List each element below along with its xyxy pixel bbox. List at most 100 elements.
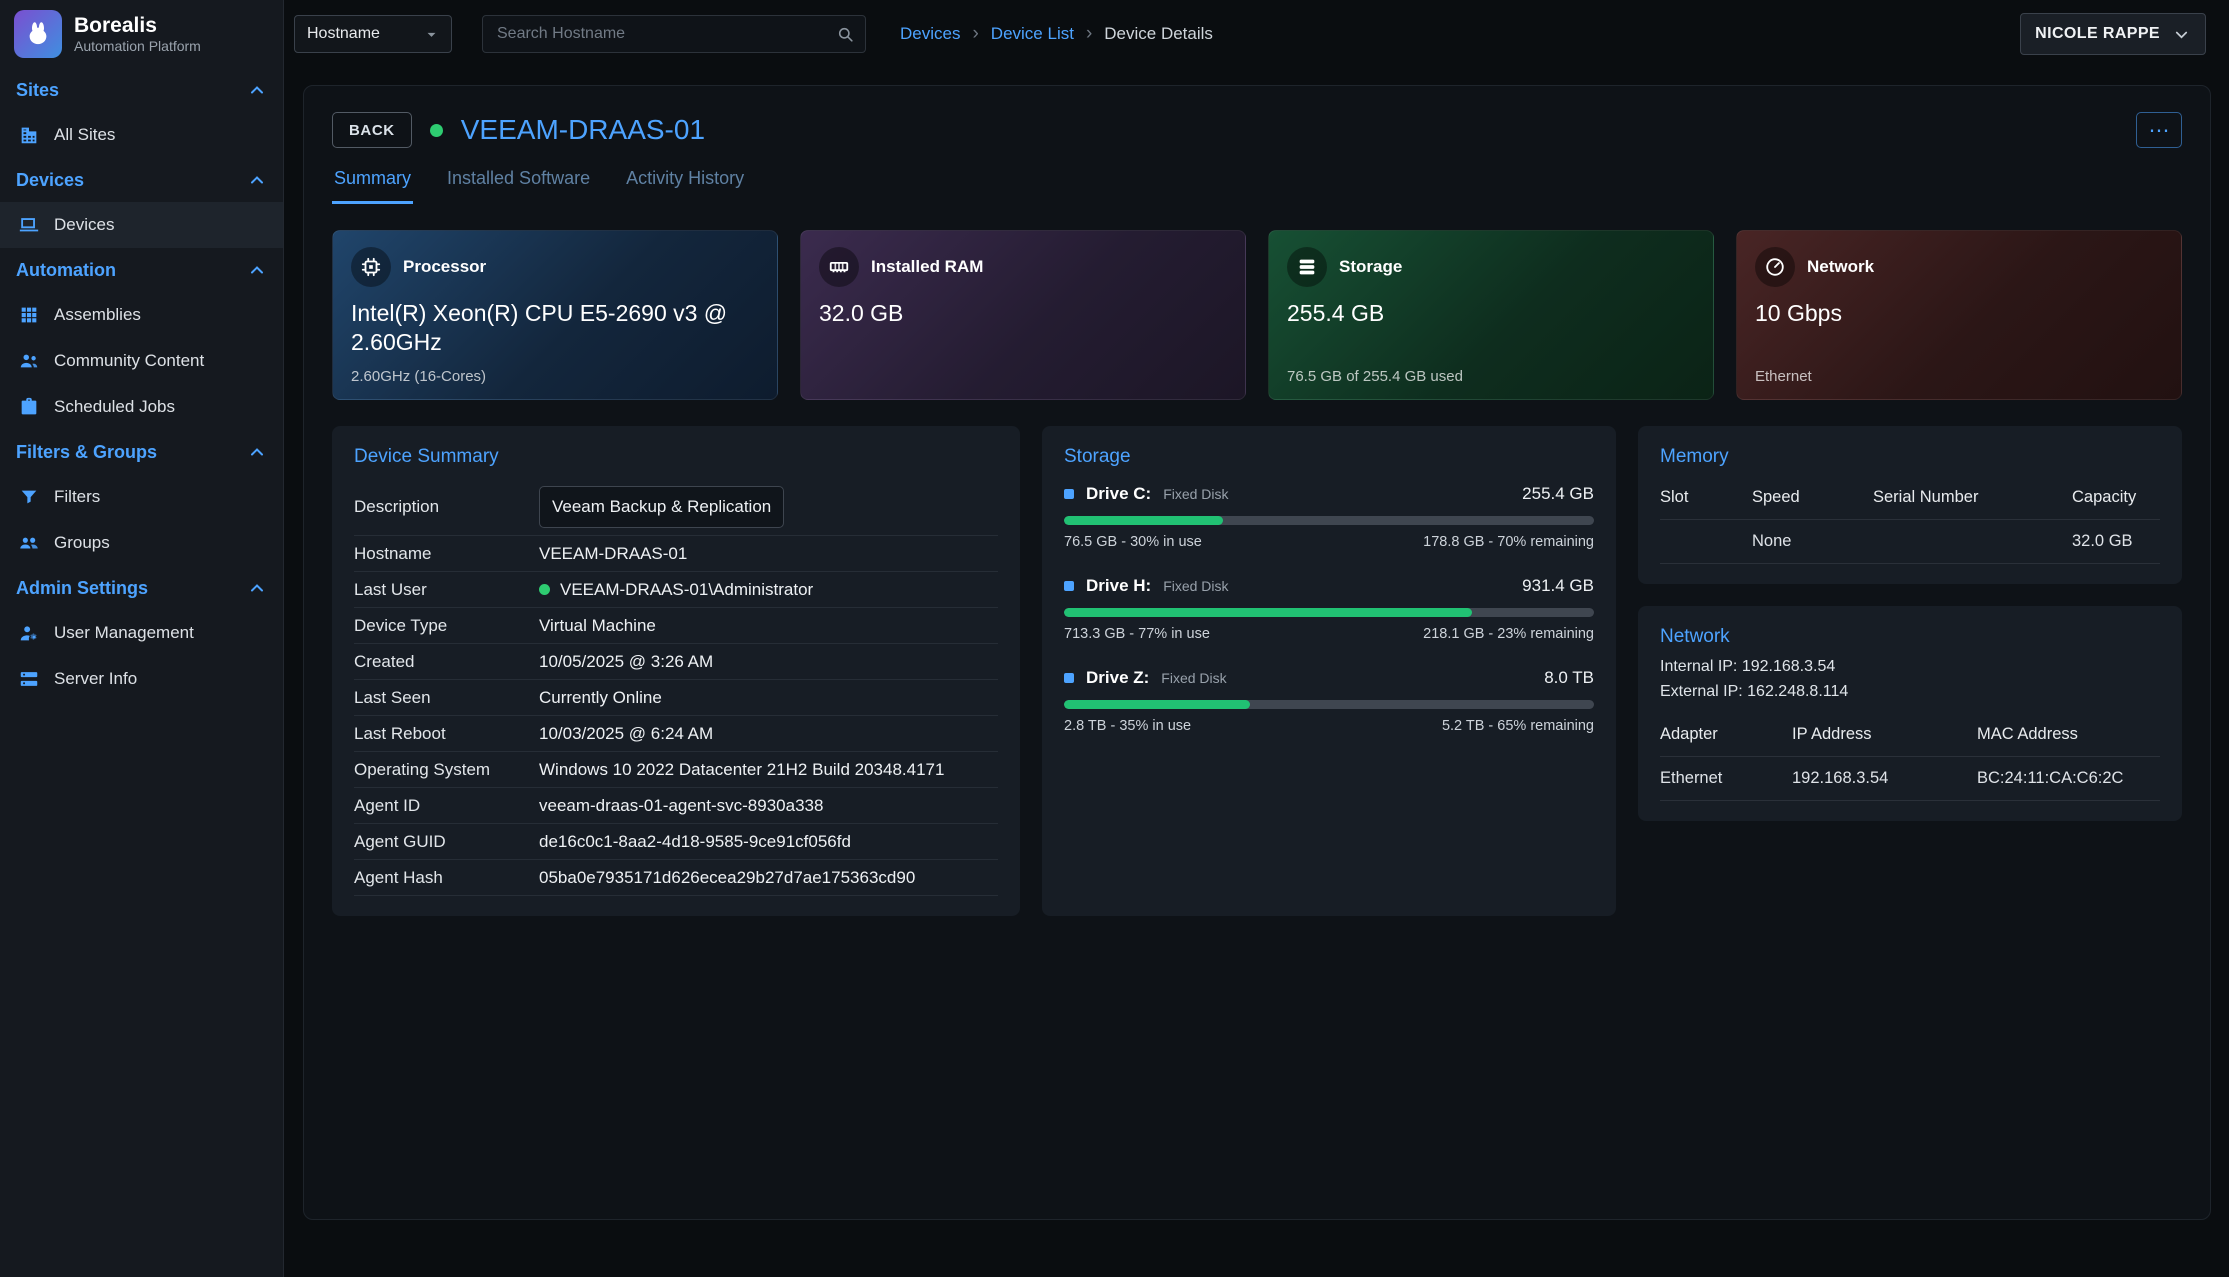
sidebar-item-assemblies[interactable]: Assemblies <box>0 292 283 338</box>
back-button[interactable]: BACK <box>332 112 412 148</box>
network-card: Network 10 Gbps Ethernet <box>1736 230 2182 400</box>
sidebar-section-filters-groups[interactable]: Filters & Groups <box>0 430 283 474</box>
breadcrumb-devices[interactable]: Devices <box>900 24 960 44</box>
table-row: Operating System Windows 10 2022 Datacen… <box>354 752 998 788</box>
panel-title: Memory <box>1660 446 2160 468</box>
row-value: VEEAM-DRAAS-01 <box>539 544 687 564</box>
online-status-dot <box>430 124 443 137</box>
tab-activity-history[interactable]: Activity History <box>624 168 746 204</box>
row-label: Agent ID <box>354 796 539 816</box>
more-options-button[interactable]: ⋯ <box>2136 112 2182 148</box>
sidebar-item-filters[interactable]: Filters <box>0 474 283 520</box>
table-cell: BC:24:11:CA:C6:2C <box>1977 757 2160 800</box>
stat-sub: 76.5 GB of 255.4 GB used <box>1287 368 1463 385</box>
user-name: NICOLE RAPPE <box>2035 25 2160 43</box>
sidebar-item-groups[interactable]: Groups <box>0 520 283 566</box>
sidebar-section-sites[interactable]: Sites <box>0 68 283 112</box>
building-icon <box>18 124 40 146</box>
table-cell: 32.0 GB <box>2072 520 2160 563</box>
search-input[interactable] <box>495 24 836 44</box>
breadcrumb-device-list[interactable]: Device List <box>991 24 1074 44</box>
tab-summary[interactable]: Summary <box>332 168 413 204</box>
drive-bullet-icon <box>1064 489 1074 499</box>
table-row: Last User VEEAM-DRAAS-01\Administrator <box>354 572 998 608</box>
table-row: Hostname VEEAM-DRAAS-01 <box>354 536 998 572</box>
user-menu-button[interactable]: NICOLE RAPPE <box>2020 13 2206 55</box>
panel-title: Device Summary <box>354 446 998 468</box>
sidebar-item-user-management[interactable]: User Management <box>0 610 283 656</box>
stat-value: 255.4 GB <box>1287 299 1679 328</box>
search-icon <box>836 25 855 44</box>
row-label: Last Seen <box>354 688 539 708</box>
drive-z: Drive Z: Fixed Disk 8.0 TB 2.8 TB - 35% … <box>1064 668 1594 734</box>
drive-type: Fixed Disk <box>1163 578 1228 594</box>
row-label: Last User <box>354 580 539 600</box>
external-ip: External IP: 162.248.8.114 <box>1660 683 2160 701</box>
borealis-logo[interactable] <box>14 10 62 58</box>
online-status-dot <box>539 584 550 595</box>
brand-subtitle: Automation Platform <box>74 38 201 54</box>
stat-sub: Ethernet <box>1755 368 1812 385</box>
storage-panel: Storage Drive C: Fixed Disk 255.4 GB 76.… <box>1042 426 1616 916</box>
drive-type: Fixed Disk <box>1163 486 1228 502</box>
gauge-icon <box>1755 247 1795 287</box>
brand-name: Borealis <box>74 14 201 38</box>
sidebar: Borealis Automation Platform Sites All S… <box>0 0 284 1277</box>
sidebar-item-label: Filters <box>54 487 100 507</box>
drive-usage-fill <box>1064 608 1472 617</box>
table-row: Description <box>354 478 998 536</box>
sidebar-item-scheduled-jobs[interactable]: Scheduled Jobs <box>0 384 283 430</box>
section-label: Filters & Groups <box>16 442 157 463</box>
hostname-filter-select[interactable]: Hostname <box>294 15 452 53</box>
column-header: Slot <box>1660 478 1752 519</box>
tab-installed-software[interactable]: Installed Software <box>445 168 592 204</box>
network-table: Adapter IP Address MAC Address Ethernet … <box>1660 715 2160 801</box>
breadcrumb-separator: › <box>972 23 978 45</box>
drive-usage-fill <box>1064 516 1223 525</box>
column-header: MAC Address <box>1977 715 2160 756</box>
row-value: veeam-draas-01-agent-svc-8930a338 <box>539 796 823 816</box>
sidebar-section-devices[interactable]: Devices <box>0 158 283 202</box>
table-row: Agent ID veeam-draas-01-agent-svc-8930a3… <box>354 788 998 824</box>
column-header: Capacity <box>2072 478 2160 519</box>
row-value: Currently Online <box>539 688 662 708</box>
cpu-icon <box>351 247 391 287</box>
sidebar-item-server-info[interactable]: Server Info <box>0 656 283 702</box>
devices-icon <box>18 214 40 236</box>
chevron-up-icon <box>247 578 267 598</box>
sidebar-item-label: Server Info <box>54 669 137 689</box>
sidebar-item-devices[interactable]: Devices <box>0 202 283 248</box>
storage-stack-icon <box>1287 247 1327 287</box>
table-row: Device Type Virtual Machine <box>354 608 998 644</box>
row-label: Hostname <box>354 544 539 564</box>
table-row: Agent GUID de16c0c1-8aa2-4d18-9585-9ce91… <box>354 824 998 860</box>
stat-cards: Processor Intel(R) Xeon(R) CPU E5-2690 v… <box>332 230 2182 400</box>
sidebar-item-all-sites[interactable]: All Sites <box>0 112 283 158</box>
table-row: Created 10/05/2025 @ 3:26 AM <box>354 644 998 680</box>
ram-icon <box>819 247 859 287</box>
table-row: Agent Hash 05ba0e7935171d626ecea29b27d7a… <box>354 860 998 896</box>
row-value: Windows 10 2022 Datacenter 21H2 Build 20… <box>539 760 944 780</box>
drive-remaining: 178.8 GB - 70% remaining <box>1423 534 1594 550</box>
sidebar-item-label: Scheduled Jobs <box>54 397 175 417</box>
sidebar-section-admin-settings[interactable]: Admin Settings <box>0 566 283 610</box>
sidebar-section-automation[interactable]: Automation <box>0 248 283 292</box>
content-area: Hostname Devices › Device List › Device … <box>284 0 2229 1277</box>
drive-bullet-icon <box>1064 673 1074 683</box>
sidebar-item-label: Assemblies <box>54 305 141 325</box>
chevron-down-icon <box>422 25 441 44</box>
page-header: BACK VEEAM-DRAAS-01 ⋯ <box>332 112 2182 148</box>
breadcrumb-device-details: Device Details <box>1104 24 1213 44</box>
sidebar-item-label: User Management <box>54 623 194 643</box>
drive-used: 76.5 GB - 30% in use <box>1064 534 1202 550</box>
row-label: Created <box>354 652 539 672</box>
drive-usage-bar <box>1064 516 1594 525</box>
server-icon <box>18 668 40 690</box>
row-label: Agent GUID <box>354 832 539 852</box>
description-input[interactable] <box>539 486 784 528</box>
divider <box>1660 563 2160 564</box>
drive-usage-fill <box>1064 700 1250 709</box>
panel-title: Storage <box>1064 446 1594 468</box>
sidebar-item-community-content[interactable]: Community Content <box>0 338 283 384</box>
section-label: Automation <box>16 260 116 281</box>
